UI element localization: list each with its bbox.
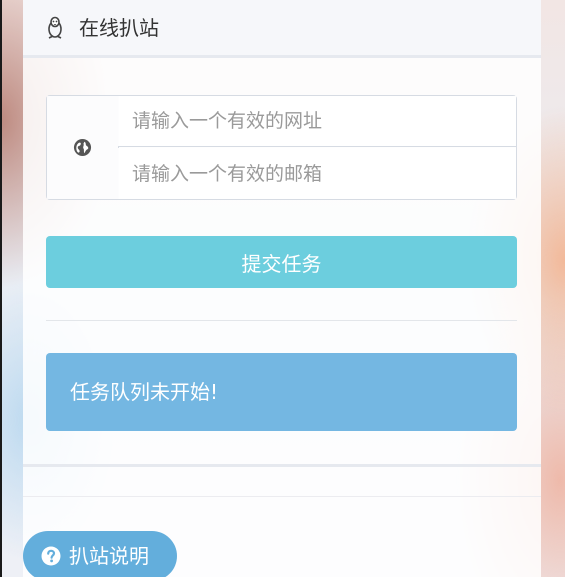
input-group: [46, 95, 517, 200]
window-edge: [0, 0, 2, 577]
submit-task-button[interactable]: 提交任务: [46, 236, 517, 288]
panel-footer-divider: [23, 496, 541, 497]
panel-footer-border: [23, 464, 541, 467]
input-addon: [47, 96, 119, 199]
panel-header: 在线扒站: [23, 0, 541, 58]
url-input[interactable]: [118, 96, 516, 147]
help-button[interactable]: 扒站说明: [23, 531, 177, 577]
divider: [46, 320, 517, 321]
help-button-label: 扒站说明: [69, 544, 149, 568]
status-alert: 任务队列未开始!: [46, 353, 517, 431]
main-panel: 在线扒站 提交任务 任务队列未开始!: [23, 0, 541, 577]
page-title: 在线扒站: [79, 16, 159, 40]
globe-icon: [73, 138, 92, 157]
email-input[interactable]: [118, 148, 516, 199]
question-circle-icon: [41, 546, 61, 566]
penguin-icon: [48, 16, 62, 39]
